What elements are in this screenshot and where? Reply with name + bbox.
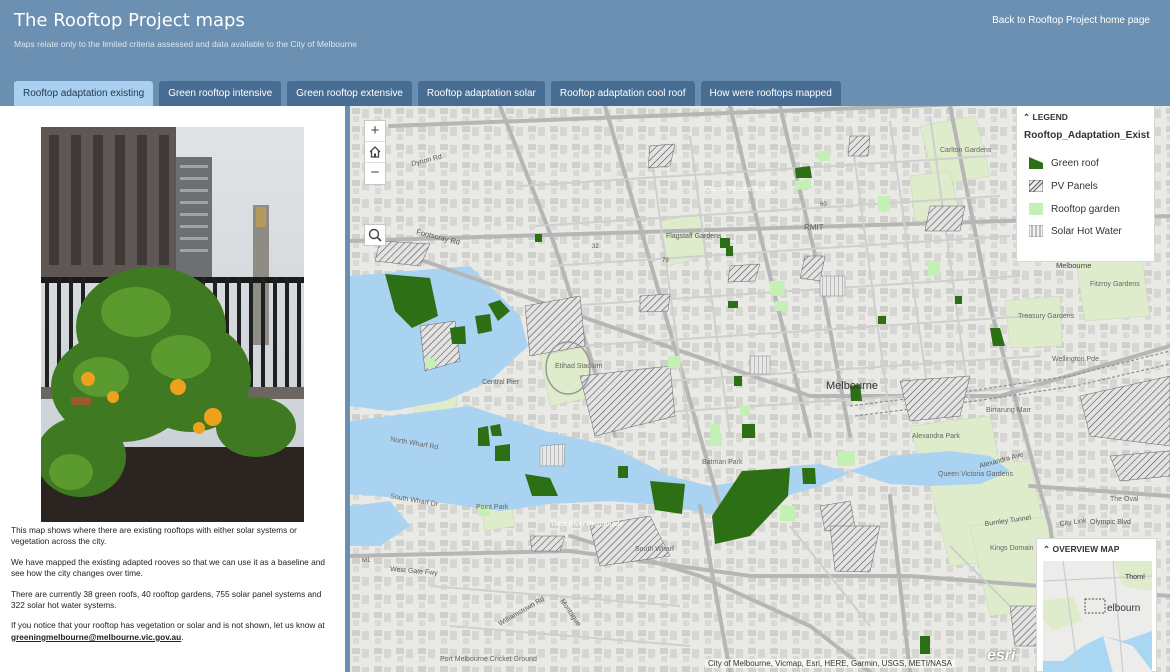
tab-rooftop-adaptation-cool-roof[interactable]: Rooftop adaptation cool roof: [550, 81, 695, 106]
pv-panels-swatch: [1029, 180, 1043, 192]
zoom-controls: + −: [364, 120, 386, 185]
esri-logo: esri: [987, 647, 1016, 664]
label-yarra-promenade: Yarra River Promenade: [550, 521, 623, 528]
green-roof-swatch: [1029, 157, 1043, 169]
contact-end: .: [181, 631, 184, 642]
chevron-up-icon: ⌃: [1023, 112, 1031, 122]
overview-label-north: Thornl: [1125, 574, 1145, 581]
label-qvm: Queen Victoria Market: [705, 186, 775, 193]
legend-layer-name: Rooftop_Adaptation_Exist: [1024, 130, 1150, 141]
label-point-park: Point Park: [476, 504, 509, 511]
description-paragraph-4: If you notice that your rooftop has vege…: [11, 620, 333, 643]
legend-header[interactable]: ⌃ LEGEND: [1023, 112, 1068, 123]
label-south-wharf: South Wharf: [635, 546, 674, 553]
overview-map[interactable]: Thornl elbourn: [1043, 561, 1152, 672]
label-melbourne-top: Melbourne: [1056, 261, 1091, 270]
label-olympic: Olympic Blvd: [1090, 519, 1131, 526]
label-oval: The Oval: [1110, 496, 1139, 503]
label-route-60: 60: [820, 202, 827, 208]
label-qv-gardens: Queen Victoria Gardens: [938, 471, 1013, 478]
label-batman-park: Batman Park: [702, 459, 743, 466]
legend-label: PV Panels: [1051, 180, 1098, 192]
label-fitzroy: Fitzroy Gardens: [1090, 281, 1140, 288]
home-icon: [369, 146, 381, 158]
zoom-in-button[interactable]: +: [365, 121, 385, 142]
legend-item-green-roof: Green roof: [1029, 156, 1099, 170]
home-page-link[interactable]: Back to Rooftop Project home page: [992, 15, 1150, 26]
tab-green-rooftop-intensive[interactable]: Green rooftop intensive: [159, 81, 282, 106]
legend-label: Green roof: [1051, 157, 1099, 169]
legend-panel: ⌃ LEGEND Rooftop_Adaptation_Exist Green …: [1016, 106, 1155, 262]
overview-title: OVERVIEW MAP: [1052, 544, 1120, 554]
panel-description: This map shows where there are existing …: [11, 525, 333, 652]
label-kings-domain: Kings Domain: [990, 545, 1034, 552]
map-view[interactable]: Dynon Rd Footscray Rd Queen Victoria Mar…: [350, 106, 1170, 672]
rooftop-garden-photo: [41, 127, 304, 522]
label-route-32: 32: [592, 244, 599, 250]
label-carlton: Carlton Gardens: [940, 147, 992, 154]
legend-item-solar-hot-water: Solar Hot Water: [1029, 224, 1122, 238]
chevron-up-icon: ⌃: [1043, 544, 1051, 554]
legend-label: Rooftop garden: [1051, 203, 1120, 215]
label-melbourne-cbd: Melbourne: [826, 380, 878, 392]
rooftop-garden-swatch: [1029, 203, 1043, 215]
header: The Rooftop Project maps Maps relate onl…: [0, 0, 1170, 80]
legend-item-rooftop-garden: Rooftop garden: [1029, 202, 1120, 216]
description-paragraph-1: This map shows where there are existing …: [11, 525, 297, 547]
page-title: The Rooftop Project maps: [14, 10, 245, 31]
label-central-pier: Central Pier: [482, 379, 520, 386]
tab-rooftop-adaptation-existing[interactable]: Rooftop adaptation existing: [14, 81, 154, 106]
overview-header[interactable]: ⌃ OVERVIEW MAP: [1043, 544, 1119, 555]
solar-hot-water-swatch: [1029, 225, 1043, 237]
label-wellington: Wellington Pde: [1052, 356, 1099, 363]
label-port-melbourne: Port Melbourne Cricket Ground: [440, 656, 537, 663]
search-button[interactable]: [364, 224, 386, 246]
search-icon: [368, 228, 382, 242]
label-route-79: 79: [662, 258, 669, 264]
home-button[interactable]: [365, 142, 385, 163]
description-paragraph-3: There are currently 38 green roofs, 40 r…: [11, 588, 322, 611]
label-flagstaff: Flagstaff Gardens: [666, 233, 722, 240]
legend-item-pv-panels: PV Panels: [1029, 179, 1098, 193]
label-alexandra-park: Alexandra Park: [912, 433, 960, 440]
tab-rooftop-adaptation-solar[interactable]: Rooftop adaptation solar: [417, 81, 545, 106]
legend-label: Solar Hot Water: [1051, 225, 1122, 237]
label-rmit: RMIT: [804, 223, 824, 232]
contact-text: If you notice that your rooftop has vege…: [11, 620, 325, 631]
page-subtitle: Maps relate only to the limited criteria…: [14, 39, 358, 49]
contact-email-link[interactable]: greeningmelbourne@melbourne.vic.gov.au: [11, 632, 181, 642]
label-birrarung: Birrarung Marr: [986, 407, 1032, 414]
label-etihad: Etihad Stadium: [555, 363, 603, 370]
legend-title: LEGEND: [1032, 112, 1068, 122]
tab-bar: Rooftop adaptation existing Green roofto…: [14, 81, 841, 106]
description-paragraph-2: We have mapped the existing adapted roov…: [11, 556, 325, 579]
side-panel: This map shows where there are existing …: [0, 106, 345, 672]
zoom-out-button[interactable]: −: [365, 163, 385, 184]
tab-how-were-rooftops-mapped[interactable]: How were rooftops mapped: [700, 81, 841, 106]
label-treasury: Treasury Gardens: [1018, 313, 1075, 320]
overview-map-panel: ⌃ OVERVIEW MAP Thornl elbourn: [1036, 538, 1157, 672]
tab-green-rooftop-extensive[interactable]: Green rooftop extensive: [287, 81, 412, 106]
overview-label-city: elbourn: [1107, 603, 1140, 614]
map-attribution: City of Melbourne, Vicmap, Esri, HERE, G…: [705, 659, 955, 668]
label-m1: M1: [362, 558, 371, 564]
